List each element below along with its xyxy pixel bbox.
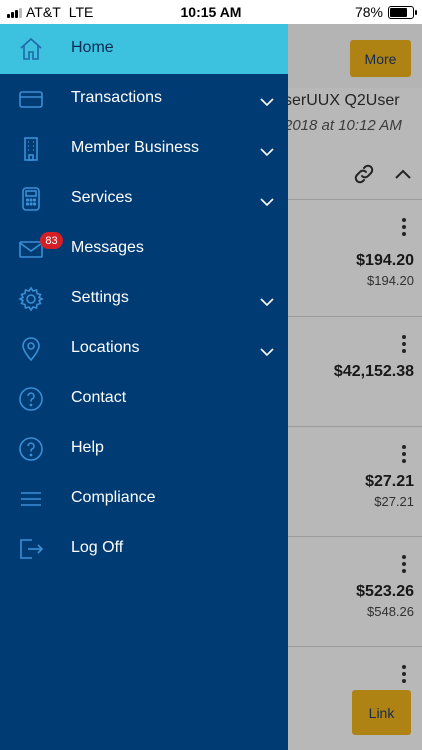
list-icon <box>18 486 44 512</box>
account-available: $27.21 <box>374 494 414 509</box>
account-balance: $42,152.38 <box>333 363 414 380</box>
menu-label: Log Off <box>71 539 124 556</box>
menu-label: Services <box>71 189 133 206</box>
user-name: serUUX Q2User <box>284 92 400 109</box>
menu-item-transactions[interactable]: Transactions <box>0 74 288 124</box>
log-off-icon <box>18 536 44 562</box>
gear-icon <box>18 286 44 312</box>
battery-percent: 78% <box>354 4 383 20</box>
menu-label: Messages <box>71 239 144 256</box>
battery-icon <box>388 5 417 19</box>
chevron-down-icon <box>260 194 274 212</box>
menu-label: Home <box>71 39 114 56</box>
navigation-drawer: Home Transactions Member Business Servic… <box>0 24 288 750</box>
calculator-icon <box>18 186 44 212</box>
account-balance: $194.20 <box>356 252 414 269</box>
menu-label: Contact <box>71 389 127 406</box>
building-icon <box>18 136 44 162</box>
chevron-down-icon <box>260 144 274 162</box>
menu-label: Compliance <box>71 489 156 506</box>
menu-label: Member Business <box>71 139 200 156</box>
more-button[interactable]: More <box>350 40 411 77</box>
account-available: $548.26 <box>367 604 414 619</box>
account-balance: $27.21 <box>365 473 414 490</box>
menu-item-compliance[interactable]: Compliance <box>0 474 288 524</box>
status-bar: AT&T LTE 10:15 AM 78% <box>0 0 422 24</box>
link-icon[interactable] <box>352 162 376 191</box>
battery-status: 78% <box>354 4 417 20</box>
account-balance: $523.26 <box>356 583 414 600</box>
question-circle-icon <box>18 386 44 412</box>
menu-item-home[interactable]: Home <box>0 24 288 74</box>
unread-badge: 83 <box>40 232 63 249</box>
home-icon <box>18 36 44 62</box>
kebab-menu-icon[interactable] <box>402 218 406 236</box>
map-pin-icon <box>18 336 44 362</box>
menu-label: Settings <box>71 289 129 306</box>
link-button[interactable]: Link <box>352 690 411 735</box>
menu-item-member-business[interactable]: Member Business <box>0 124 288 174</box>
chevron-down-icon <box>260 94 274 112</box>
battery-fill <box>390 7 408 17</box>
menu-item-help[interactable]: Help <box>0 424 288 474</box>
chevron-down-icon <box>260 294 274 312</box>
menu-item-services[interactable]: Services <box>0 174 288 224</box>
question-circle-icon <box>18 436 44 462</box>
kebab-menu-icon[interactable] <box>402 555 406 573</box>
menu-item-log-off[interactable]: Log Off <box>0 524 288 574</box>
kebab-menu-icon[interactable] <box>402 665 406 683</box>
kebab-menu-icon[interactable] <box>402 445 406 463</box>
last-login: 2018 at 10:12 AM <box>284 117 402 134</box>
menu-label: Locations <box>71 339 140 356</box>
menu-label: Help <box>71 439 104 456</box>
menu-item-locations[interactable]: Locations <box>0 324 288 374</box>
menu-item-messages[interactable]: 83 Messages <box>0 224 288 274</box>
credit-card-icon <box>18 86 44 112</box>
account-available: $194.20 <box>367 273 414 288</box>
kebab-menu-icon[interactable] <box>402 335 406 353</box>
menu-item-contact[interactable]: Contact <box>0 374 288 424</box>
chevron-down-icon <box>260 344 274 362</box>
collapse-chevron-icon[interactable] <box>394 167 412 185</box>
menu-label: Transactions <box>71 89 162 106</box>
menu-item-settings[interactable]: Settings <box>0 274 288 324</box>
